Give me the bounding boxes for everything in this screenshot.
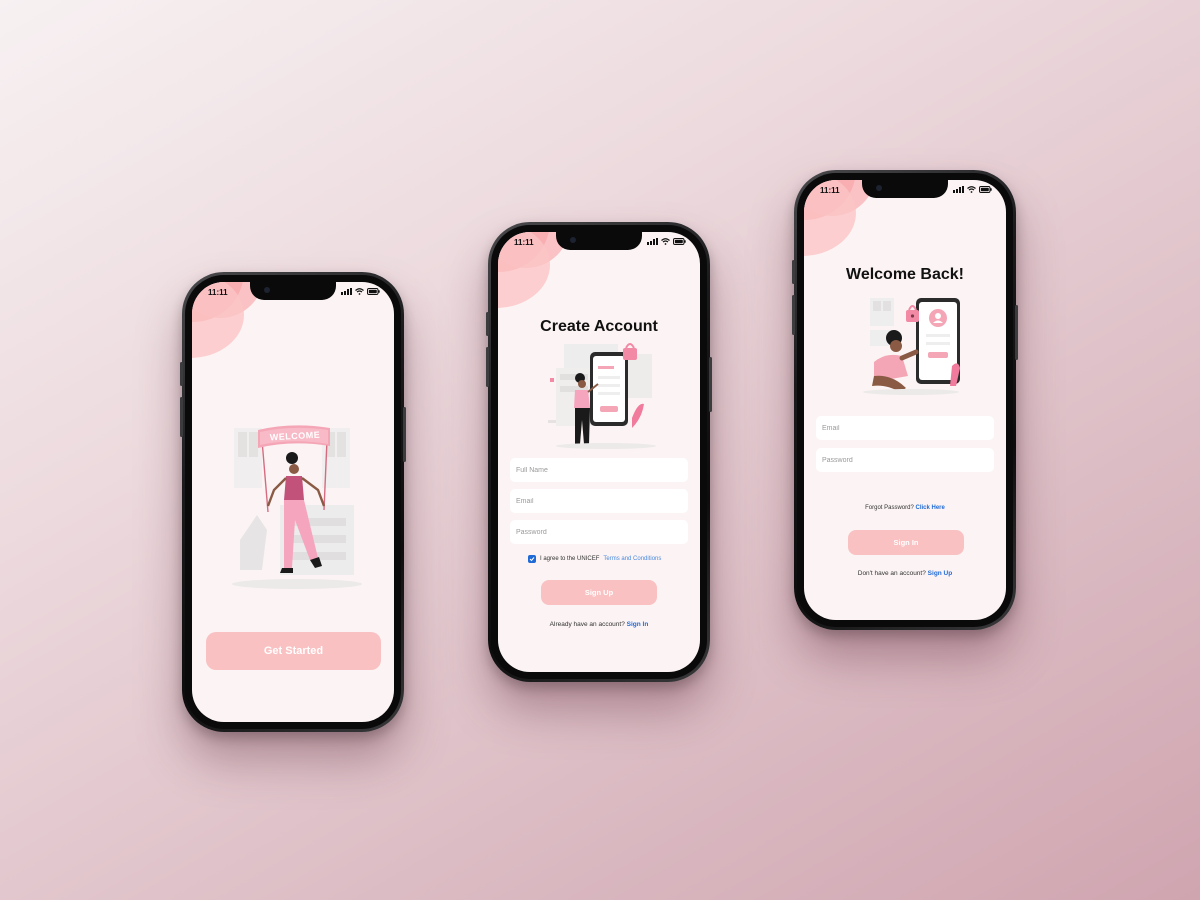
sign-up-button[interactable]: Sign Up [541,580,657,605]
phone-notch [862,180,948,198]
terms-text: I agree to the UNICEF [540,556,600,562]
email-field[interactable] [510,489,688,513]
welcome-illustration: WELCOME [222,410,372,590]
terms-row: I agree to the UNICEF Terms and Conditio… [528,555,661,563]
camera-icon [264,287,270,293]
battery-icon [367,288,380,295]
password-input[interactable] [822,456,994,464]
password-input[interactable] [516,528,688,536]
signup-illustration [546,340,666,455]
email-field[interactable] [816,416,994,440]
signal-icon [953,186,964,193]
signal-icon [341,288,352,295]
wifi-icon [355,288,364,295]
wifi-icon [661,238,670,245]
sign-in-link[interactable]: Sign In [627,621,649,628]
password-field[interactable] [510,520,688,544]
signin-prompt-text: Already have an account? [549,621,625,628]
phone-side-button [180,362,183,386]
page-title: Create Account [540,318,658,335]
signin-prompt: Already have an account? Sign In [498,621,700,628]
email-input[interactable] [516,497,688,505]
phone-notch [556,232,642,250]
phone-side-button [709,357,712,412]
phone-side-button [486,312,489,336]
sign-in-button[interactable]: Sign In [848,530,964,555]
welcome-screen: 11:11 WELCOME Get Started [192,282,394,722]
wifi-icon [967,186,976,193]
battery-icon [673,238,686,245]
login-screen: 11:11 Welcome Back! Email Forgot Passwor… [804,180,1006,620]
check-icon [529,557,535,562]
signup-prompt: Don't have an account? Sign Up [804,570,1006,577]
signup-screen: 11:11 Create Account Full Name Email I a… [498,232,700,672]
phone-side-button [792,295,795,335]
terms-checkbox[interactable] [528,555,536,563]
full-name-input[interactable] [516,466,688,474]
status-icons [953,186,992,193]
status-time: 11:11 [514,238,534,247]
phone-side-button [180,397,183,437]
phone-side-button [486,347,489,387]
terms-link[interactable]: Terms and Conditions [603,556,661,562]
phone-notch [250,282,336,300]
phone-side-button [1015,305,1018,360]
status-time: 11:11 [820,186,840,195]
login-illustration-svg [863,298,960,395]
login-illustration [856,296,966,401]
phone-login: 11:11 Welcome Back! Email Forgot Passwor… [792,170,1018,630]
forgot-password-text: Forgot Password? [865,505,914,511]
signup-illustration-svg [548,343,656,449]
signup-prompt-text: Don't have an account? [857,570,926,577]
sign-up-link[interactable]: Sign Up [928,570,953,577]
status-icons [341,288,380,295]
phone-signup: 11:11 Create Account Full Name Email I a… [486,222,712,682]
click-here-link[interactable]: Click Here [916,505,945,511]
forgot-password-row: Forgot Password? Click Here [804,505,1006,511]
battery-icon [979,186,992,193]
page-title: Welcome Back! [846,266,964,283]
camera-icon [876,185,882,191]
status-icons [647,238,686,245]
phone-side-button [792,260,795,284]
password-field[interactable] [816,448,994,472]
status-time: 11:11 [208,288,228,297]
camera-icon [570,237,576,243]
email-input[interactable] [822,424,994,432]
phone-welcome: 11:11 WELCOME Get Started [180,272,406,732]
signal-icon [647,238,658,245]
phone-side-button [403,407,406,462]
full-name-field[interactable] [510,458,688,482]
get-started-button[interactable]: Get Started [206,632,381,670]
